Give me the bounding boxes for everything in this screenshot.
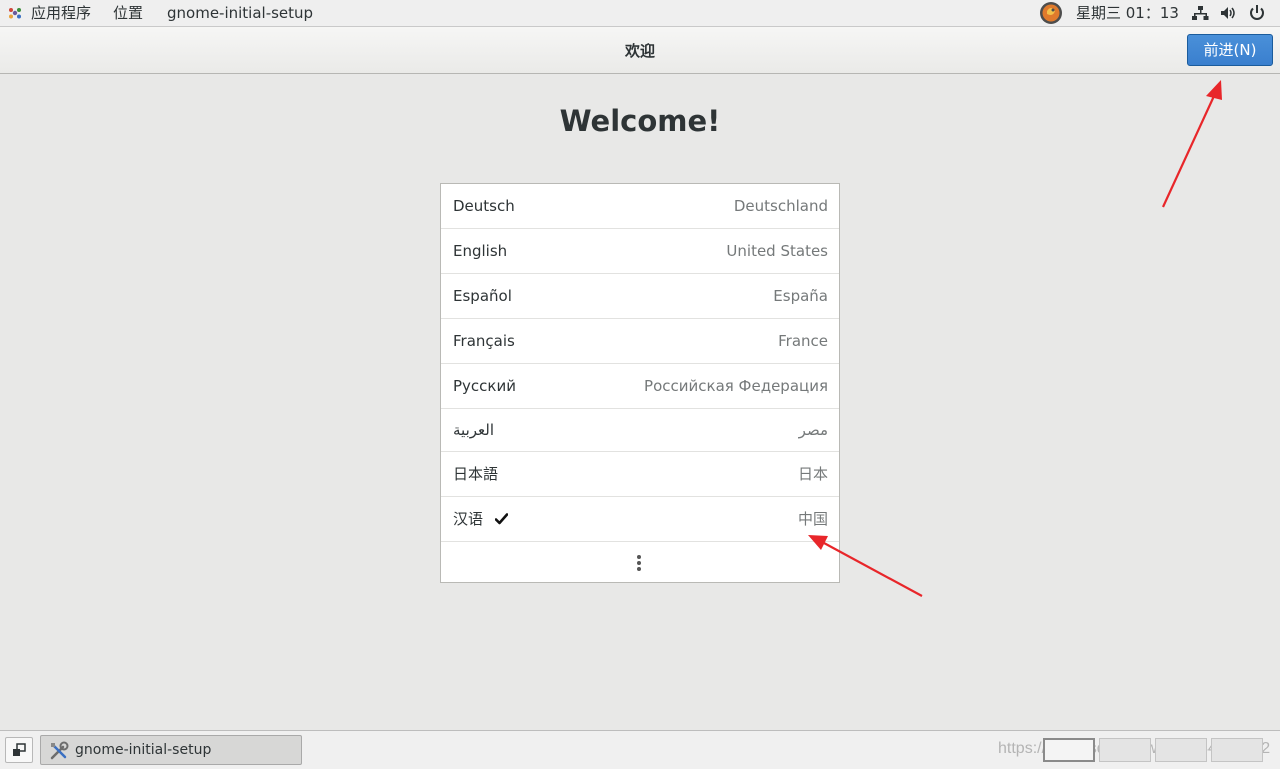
language-name: Français — [453, 332, 515, 350]
applications-icon[interactable] — [8, 6, 22, 20]
language-name: العربية — [453, 421, 494, 439]
language-name: Русский — [453, 377, 516, 395]
language-region: 日本 — [797, 465, 828, 483]
show-desktop-button[interactable] — [5, 737, 33, 763]
language-row-espanol[interactable]: Español España — [441, 274, 839, 319]
language-row-arabic[interactable]: العربية مصر — [441, 409, 839, 452]
power-icon[interactable] — [1248, 4, 1266, 22]
workspace-1[interactable] — [1043, 738, 1095, 762]
vertical-ellipsis-icon[interactable] — [636, 554, 642, 572]
language-region: España — [773, 287, 828, 305]
language-row-deutsch[interactable]: Deutsch Deutschland — [441, 184, 839, 229]
next-button[interactable]: 前进(N) — [1187, 34, 1273, 66]
language-name: English — [453, 242, 508, 260]
annotation-arrow-to-next-button — [1162, 80, 1222, 208]
workspace-3[interactable] — [1155, 738, 1207, 762]
language-region: 中国 — [797, 510, 828, 528]
language-name: Español — [453, 287, 512, 305]
workspace-4[interactable] — [1211, 738, 1263, 762]
volume-icon[interactable] — [1219, 4, 1237, 22]
language-region: مصر — [798, 421, 828, 439]
tools-icon — [50, 741, 69, 760]
network-icon[interactable] — [1191, 4, 1209, 22]
window-list-icon — [13, 743, 26, 756]
header-title: 欢迎 — [624, 42, 655, 60]
top-panel: 应用程序 位置 gnome-initial-setup 星期三 01：13 — [0, 0, 1280, 27]
taskbar-item-label: gnome-initial-setup — [75, 742, 212, 758]
language-name: Deutsch — [453, 197, 515, 215]
bottom-panel: gnome-initial-setup https://blog.csdn.ne… — [0, 730, 1280, 769]
language-name: 日本語 — [453, 465, 499, 483]
language-row-english[interactable]: English United States — [441, 229, 839, 274]
clock[interactable]: 星期三 01：13 — [1076, 3, 1179, 23]
welcome-heading: Welcome! — [559, 104, 721, 138]
language-row-chinese[interactable]: 汉语 中国 — [441, 497, 839, 542]
active-window-title[interactable]: gnome-initial-setup — [167, 3, 313, 23]
language-row-russian[interactable]: Русский Российская Федерация — [441, 364, 839, 409]
language-region: Российская Федерация — [644, 377, 828, 395]
language-row-japanese[interactable]: 日本語 日本 — [441, 452, 839, 497]
language-row-francais[interactable]: Français France — [441, 319, 839, 364]
language-region: Deutschland — [733, 197, 828, 215]
header-bar: 欢迎 前进(N) — [0, 27, 1280, 74]
language-region: United States — [726, 242, 828, 260]
clock-avatar-icon — [1040, 2, 1062, 24]
language-list: Deutsch Deutschland English United State… — [440, 183, 840, 583]
taskbar-item-gnome-initial-setup[interactable]: gnome-initial-setup — [40, 735, 302, 765]
places-menu[interactable]: 位置 — [113, 3, 143, 23]
workspace-2[interactable] — [1099, 738, 1151, 762]
check-icon — [495, 513, 508, 525]
applications-menu[interactable]: 应用程序 — [31, 3, 91, 23]
language-region: France — [778, 332, 828, 350]
language-name: 汉语 — [453, 510, 484, 528]
